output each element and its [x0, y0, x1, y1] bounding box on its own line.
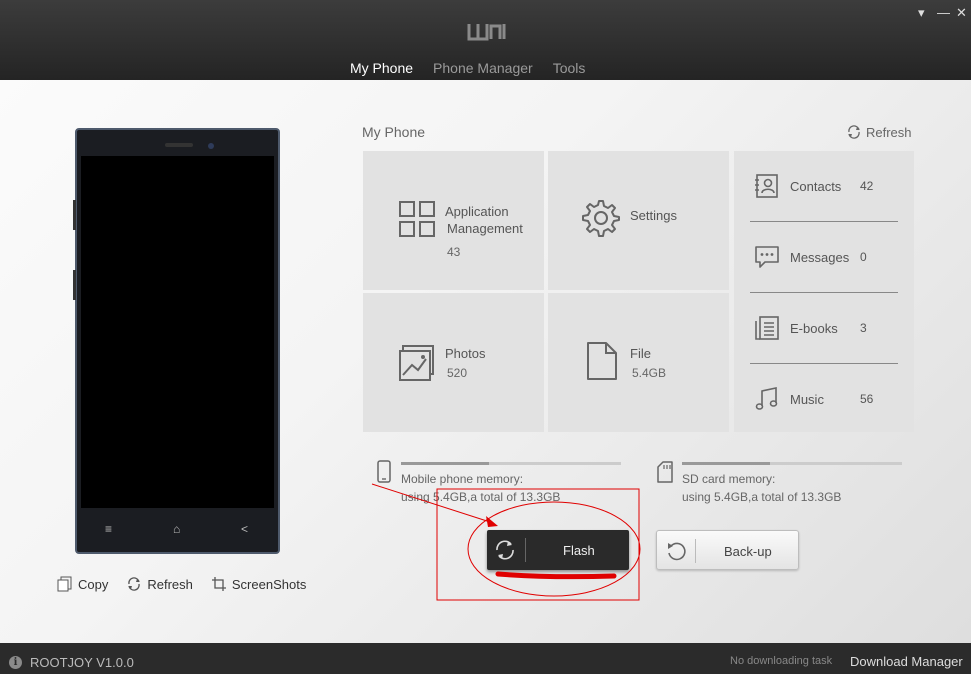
media-list: Contacts 42 Messages 0 E-books 3 Music 5…	[734, 151, 914, 432]
tab-phone-manager[interactable]: Phone Manager	[433, 60, 533, 80]
tile-settings[interactable]: Settings	[548, 151, 729, 290]
messages-icon	[755, 246, 779, 268]
tile-apps-label-1: Application	[445, 204, 509, 219]
messages-label: Messages	[790, 249, 850, 265]
ebooks-label: E-books	[790, 320, 838, 336]
contacts-label: Contacts	[790, 178, 842, 194]
tile-photos[interactable]: Photos 520	[363, 293, 544, 432]
tab-my-phone[interactable]: My Phone	[350, 60, 413, 80]
grid-icon	[399, 201, 435, 237]
panel-refresh-button[interactable]: Refresh	[846, 124, 912, 140]
music-count: 56	[860, 392, 874, 406]
sd-memory-title: SD card memory:	[682, 472, 776, 486]
window-menu-button[interactable]: ▾	[918, 6, 925, 20]
phone-screen	[81, 156, 274, 508]
tile-file-size: 5.4GB	[632, 366, 667, 380]
flash-divider	[525, 538, 526, 562]
messages-count: 0	[860, 250, 867, 264]
ebooks-icon	[755, 316, 779, 340]
refresh-label: Refresh	[147, 576, 193, 592]
screenshots-button[interactable]: ScreenShots	[211, 576, 306, 592]
list-item-messages[interactable]: Messages 0	[750, 222, 900, 292]
crop-icon	[211, 577, 226, 591]
phone-memory-icon	[377, 460, 391, 483]
list-item-ebooks[interactable]: E-books 3	[750, 293, 900, 363]
menu-key-icon: ≡	[105, 522, 113, 536]
photo-icon	[399, 345, 434, 381]
list-item-music[interactable]: Music 56	[750, 364, 900, 434]
copy-label: Copy	[78, 576, 109, 592]
contacts-count: 42	[860, 179, 874, 193]
home-key-icon: ⌂	[173, 522, 181, 536]
backup-button[interactable]: Back-up	[656, 530, 799, 570]
list-item-contacts[interactable]: Contacts 42	[750, 151, 900, 221]
app-version: ROOTJOY V1.0.0	[30, 655, 134, 670]
download-status: No downloading task	[730, 655, 833, 667]
screenshots-label: ScreenShots	[231, 576, 307, 592]
refresh-icon	[128, 577, 141, 591]
tile-settings-label: Settings	[630, 208, 677, 223]
flash-button[interactable]: Flash	[487, 530, 629, 570]
sd-card-icon	[657, 461, 673, 483]
copy-button[interactable]: Copy	[57, 576, 108, 592]
ebooks-count: 3	[860, 321, 867, 335]
phone-preview: ≡ ⌂ <	[73, 128, 280, 554]
tile-photos-count: 520	[447, 366, 468, 380]
minimize-button[interactable]: —	[937, 6, 950, 20]
backup-divider	[695, 539, 696, 563]
back-key-icon: <	[241, 522, 249, 536]
phone-camera	[208, 143, 214, 149]
sd-memory-info: SD card memory: using 5.4GB,a total of 1…	[682, 470, 841, 506]
flash-refresh-icon	[496, 540, 514, 560]
phone-speaker	[165, 143, 193, 147]
tile-photos-label: Photos	[445, 346, 486, 361]
gear-icon	[582, 200, 620, 237]
contacts-icon	[755, 174, 778, 198]
copy-icon	[57, 576, 72, 592]
refresh-screen-button[interactable]: Refresh	[126, 576, 193, 592]
music-label: Music	[790, 391, 824, 407]
close-button[interactable]: ✕	[956, 6, 967, 20]
phone-memory-fill	[401, 462, 489, 465]
undo-icon	[668, 542, 686, 561]
music-icon	[755, 387, 778, 410]
tile-apps-count: 43	[447, 245, 461, 259]
phone-memory-bar	[401, 462, 621, 465]
phone-side-button	[73, 270, 76, 300]
tile-apps-label-2: Management	[447, 221, 523, 236]
flash-label: Flash	[563, 543, 595, 558]
sd-memory-bar	[682, 462, 902, 465]
title-bar: ▾ — ✕ My Phone Phone Manager Tools	[0, 0, 971, 80]
tile-application-management[interactable]: Application Management 43	[363, 151, 544, 290]
tile-file-label: File	[630, 346, 651, 361]
backup-label: Back-up	[724, 544, 772, 559]
main-tabs: My Phone Phone Manager Tools	[350, 60, 605, 80]
info-icon: i	[9, 656, 22, 669]
tab-tools[interactable]: Tools	[553, 60, 586, 80]
phone-side-button	[73, 200, 76, 230]
phone-memory-title: Mobile phone memory:	[401, 472, 524, 486]
sd-memory-usage: using 5.4GB,a total of 13.3GB	[682, 490, 842, 504]
refresh-icon	[848, 125, 860, 139]
panel-refresh-label: Refresh	[866, 124, 912, 140]
download-manager-button[interactable]: Download Manager	[850, 654, 963, 669]
tile-file[interactable]: File 5.4GB	[548, 293, 729, 432]
phone-memory-info: Mobile phone memory: using 5.4GB,a total…	[401, 470, 560, 506]
phone-actions: Copy Refresh ScreenShots	[57, 576, 306, 592]
panel-title: My Phone	[362, 124, 426, 140]
phone-memory-usage: using 5.4GB,a total of 13.3GB	[401, 490, 561, 504]
umi-logo	[467, 24, 506, 41]
sd-memory-fill	[682, 462, 770, 465]
file-icon	[587, 342, 617, 380]
status-bar: i ROOTJOY V1.0.0 No downloading task Dow…	[0, 643, 971, 674]
